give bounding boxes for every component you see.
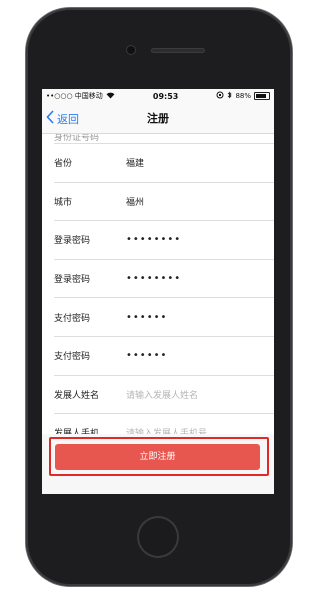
pay-password-field[interactable]: •••••• [126,312,167,323]
form-row-province[interactable]: 省份 福建 [54,144,274,183]
row-label: 省份 [54,159,73,170]
form-row-pay-password-confirm[interactable]: 支付密码 •••••• [54,337,274,376]
form-row-city[interactable]: 城市 福州 [54,183,274,222]
wifi-icon [106,92,115,101]
battery-icon [254,92,270,100]
row-label: 支付密码 [54,313,91,324]
row-label: 登录密码 [54,275,91,286]
rotation-lock-icon [216,91,224,101]
form-row-login-password[interactable]: 登录密码 •••••••• [54,221,274,260]
earpiece-speaker [151,48,205,53]
status-bar: ••○○○ 中国移动 09:53 88% [42,89,274,103]
form-row-referrer-name[interactable]: 发展人姓名 请输入发展人姓名 [54,376,274,415]
home-button[interactable] [137,516,179,558]
row-label: 城市 [54,197,73,208]
row-label: 登录密码 [54,236,91,247]
front-camera [126,45,136,55]
login-password-field[interactable]: •••••••• [126,234,181,245]
form-row-id-number[interactable]: 身份证号码 [54,134,274,144]
register-now-button[interactable]: 立即注册 [55,444,260,470]
login-password-confirm-field[interactable]: •••••••• [126,273,181,284]
navigation-bar: 返回 注册 [42,103,274,134]
status-time: 09:53 [152,91,179,101]
registration-form: 身份证号码 省份 福建 城市 福州 登录密码 •••••••• 登录密码 •••… [42,134,274,453]
form-row-pay-password[interactable]: 支付密码 •••••• [54,298,274,337]
row-label: 身份证号码 [54,134,100,143]
carrier-label: ••○○○ 中国移动 [46,92,103,100]
phone-screen: ••○○○ 中国移动 09:53 88% 返回 注册 身份证号码 省份 福建 城… [42,89,274,494]
city-value[interactable]: 福州 [126,195,144,208]
province-value[interactable]: 福建 [126,156,144,169]
battery-percent: 88% [235,92,251,100]
form-row-login-password-confirm[interactable]: 登录密码 •••••••• [54,260,274,299]
highlight-box: 立即注册 [49,437,269,476]
row-label: 支付密码 [54,352,91,363]
pay-password-confirm-field[interactable]: •••••• [126,350,167,361]
row-label: 发展人姓名 [54,390,100,401]
referrer-name-input[interactable]: 请输入发展人姓名 [126,388,198,401]
submit-area: 立即注册 [42,434,274,494]
page-title: 注册 [147,112,169,125]
bluetooth-icon [227,91,233,101]
